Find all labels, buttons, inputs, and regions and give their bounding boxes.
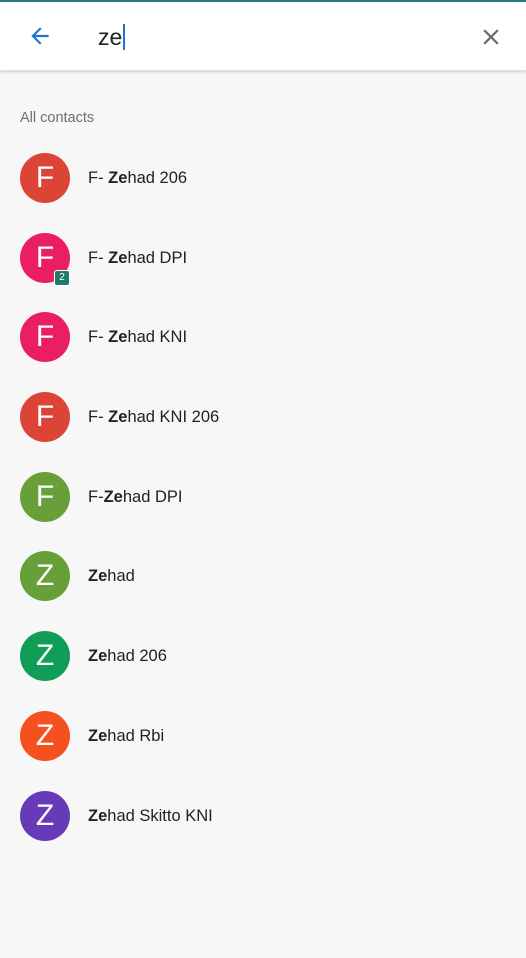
avatar-initial: F [35, 240, 55, 274]
contact-avatar: F [20, 471, 70, 522]
clear-search-button[interactable] [472, 18, 510, 56]
contact-avatar: F [20, 392, 70, 443]
name-suffix: had Rbi [107, 726, 165, 745]
name-suffix: had KNI 206 [127, 408, 220, 427]
contact-row[interactable]: Z Zehad [0, 536, 526, 616]
name-match: Ze [88, 806, 108, 825]
contact-row[interactable]: Z Zehad Rbi [0, 696, 526, 776]
name-prefix: F- [88, 408, 109, 427]
contact-avatar: Z [20, 631, 70, 682]
contact-count-badge: 2 [54, 269, 70, 286]
avatar-initial: F [35, 479, 55, 513]
contact-row[interactable]: F F- Zehad DPI 2 [0, 218, 526, 298]
contact-avatar: F [20, 153, 70, 203]
name-match: Ze [88, 647, 108, 666]
contact-name: Zehad 206 [88, 644, 167, 668]
contact-avatar: Z [20, 710, 70, 761]
name-suffix: had DPI [127, 248, 188, 267]
avatar-initial: Z [35, 718, 55, 752]
avatar-initial: F [35, 320, 55, 354]
contact-row[interactable]: F F-Zehad DPI [0, 457, 526, 537]
contact-avatar: Z [20, 551, 70, 602]
search-input[interactable]: ze [98, 20, 126, 54]
name-suffix: had KNI [127, 328, 188, 347]
avatar-initial: F [35, 161, 55, 194]
section-header-all-contacts: All contacts [20, 110, 95, 126]
contact-avatar: F [20, 312, 70, 363]
back-button[interactable] [22, 18, 58, 54]
name-suffix: had 206 [107, 647, 167, 666]
name-match: Ze [103, 487, 123, 506]
contact-name: F-Zehad DPI [88, 485, 182, 509]
avatar-initial: Z [35, 639, 55, 673]
contact-row[interactable]: Z Zehad Skitto KNI [0, 776, 526, 856]
name-prefix: F- [88, 487, 104, 506]
search-query-text: ze [98, 24, 123, 50]
name-suffix: had DPI [122, 487, 183, 506]
avatar-initial: F [35, 400, 55, 434]
contact-name: Zehad [88, 564, 135, 588]
name-match: Ze [108, 328, 128, 347]
contact-name: Zehad Rbi [88, 724, 164, 748]
contact-row[interactable]: F F- Zehad KNI [0, 297, 526, 377]
contact-name: F- Zehad KNI [88, 325, 187, 349]
contact-avatar: Z [20, 790, 70, 841]
avatar-initial: Z [35, 798, 55, 832]
contact-name: F- Zehad KNI 206 [88, 405, 219, 429]
name-match: Ze [88, 726, 108, 745]
contact-row[interactable]: F F- Zehad 206 [0, 138, 526, 218]
name-match: Ze [108, 408, 128, 427]
avatar-initial: Z [35, 559, 55, 593]
name-prefix: F- [88, 328, 109, 347]
name-match: Ze [108, 248, 128, 267]
name-suffix: had Skitto KNI [107, 806, 213, 825]
contact-row[interactable]: Z Zehad 206 [0, 616, 526, 696]
name-prefix: F- [88, 169, 109, 187]
contact-name: F- Zehad DPI [88, 246, 187, 270]
text-caret [123, 24, 126, 50]
name-match: Ze [88, 567, 108, 586]
contact-list: F F- Zehad 206 F F- Zehad DPI 2 F F- Zeh… [0, 138, 526, 855]
contact-name: F- Zehad 206 [88, 166, 187, 190]
name-prefix: F- [88, 248, 109, 267]
name-match: Ze [108, 169, 128, 187]
name-suffix: had 206 [127, 169, 188, 187]
name-suffix: had [107, 567, 135, 586]
arrow-left-icon [31, 27, 49, 45]
contact-name: Zehad Skitto KNI [88, 804, 213, 828]
search-bar: ze [0, 2, 526, 71]
close-icon [483, 29, 499, 45]
contact-row[interactable]: F F- Zehad KNI 206 [0, 377, 526, 457]
